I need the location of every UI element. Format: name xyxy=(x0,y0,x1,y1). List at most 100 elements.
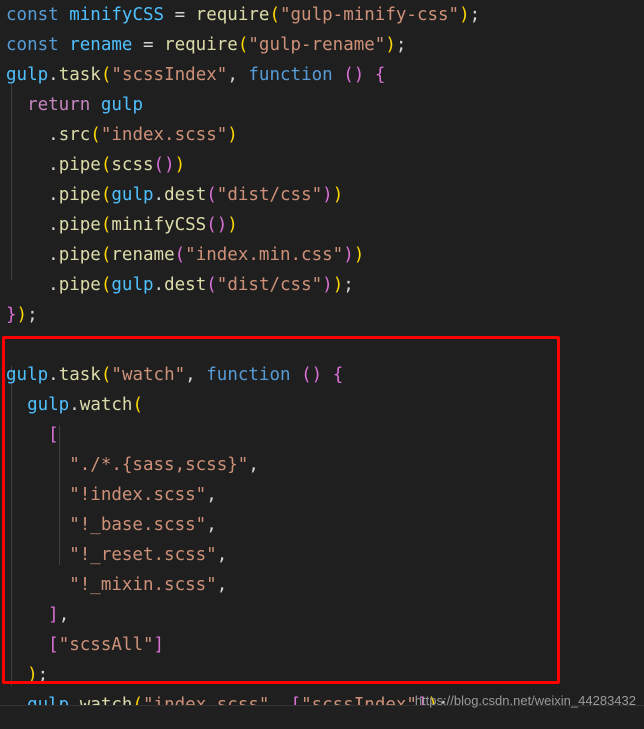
token-identifier-gulp: gulp xyxy=(27,395,70,415)
token-string: "scssAll" xyxy=(58,635,154,655)
token-string: "scssIndex" xyxy=(111,65,228,85)
code-line-blank[interactable] xyxy=(0,330,644,360)
code-line[interactable]: .pipe(minifyCSS()) xyxy=(0,210,644,240)
token-indent: . xyxy=(6,185,59,205)
token-method-pipe: pipe xyxy=(58,215,101,235)
code-surface[interactable]: const minifyCSS = require("gulp-minify-c… xyxy=(0,0,644,729)
code-line[interactable]: "!_base.scss", xyxy=(0,510,644,540)
token-identifier-gulp: gulp xyxy=(100,95,143,115)
code-line[interactable]: "!_mixin.scss", xyxy=(0,570,644,600)
token-function-scss: scss xyxy=(111,155,154,175)
token-method-watch: watch xyxy=(79,395,133,415)
token-keyword-return: return xyxy=(27,95,91,115)
code-line[interactable]: const rename = require("gulp-rename"); xyxy=(0,30,644,60)
token-comma: , xyxy=(206,485,217,505)
code-line[interactable]: ["scssAll"] xyxy=(0,630,644,660)
code-line[interactable]: gulp.watch( xyxy=(0,390,644,420)
token-string: "!_mixin.scss" xyxy=(69,575,217,595)
token-semicolon: ; xyxy=(37,665,49,685)
token-paren: () xyxy=(206,215,228,235)
token-paren: ( xyxy=(269,5,280,25)
token-operator-assign: = xyxy=(132,35,165,55)
token-identifier-gulp: gulp xyxy=(111,275,154,295)
token-keyword-function: function xyxy=(248,65,333,85)
code-line[interactable]: .pipe(gulp.dest("dist/css")); xyxy=(0,270,644,300)
code-line[interactable]: }); xyxy=(0,300,644,330)
token-paren: ( xyxy=(100,65,112,85)
token-paren: ) xyxy=(332,275,344,295)
code-line[interactable]: ); xyxy=(0,660,644,690)
token-bracket: ] xyxy=(48,605,59,625)
code-line[interactable]: "./*.{sass,scss}", xyxy=(0,450,644,480)
token-paren: ( xyxy=(206,275,217,295)
token-dot: . xyxy=(48,65,59,85)
token-bracket: ] xyxy=(153,635,165,655)
code-line[interactable]: ], xyxy=(0,600,644,630)
token-semicolon: ; xyxy=(469,5,481,25)
code-line[interactable]: .pipe(scss()) xyxy=(0,150,644,180)
token-identifier-gulp: gulp xyxy=(6,365,49,385)
token-paren: ( xyxy=(237,35,249,55)
token-method-pipe: pipe xyxy=(58,275,101,295)
token-paren: ( xyxy=(206,185,217,205)
code-line[interactable]: .src("index.scss") xyxy=(0,120,644,150)
token-comma: , xyxy=(216,575,228,595)
token-bracket: [ xyxy=(48,635,59,655)
code-line[interactable]: "!index.scss", xyxy=(0,480,644,510)
token-identifier-minifycss: minifyCSS xyxy=(69,5,165,25)
token-indent: . xyxy=(6,245,59,265)
code-line[interactable]: const minifyCSS = require("gulp-minify-c… xyxy=(0,0,644,30)
token-method-pipe: pipe xyxy=(58,245,101,265)
code-line[interactable]: .pipe(gulp.dest("dist/css")) xyxy=(0,180,644,210)
token-comma: , xyxy=(248,455,259,475)
token-indent: . xyxy=(6,155,59,175)
token-comma: , xyxy=(206,515,217,535)
token-function-require: require xyxy=(195,5,270,25)
watermark-url: https://blog.csdn.net/weixin_44283432 xyxy=(414,693,636,708)
token-paren: ) xyxy=(227,125,238,145)
token-operator-assign: = xyxy=(164,5,196,25)
token-identifier-gulp: gulp xyxy=(111,185,154,205)
token-paren: ( xyxy=(100,215,112,235)
code-line[interactable]: [ xyxy=(0,420,644,450)
token-paren: ( xyxy=(100,275,112,295)
token-string: "gulp-minify-css" xyxy=(279,5,460,25)
token-indent: . xyxy=(6,275,59,295)
token-paren: ) xyxy=(227,215,238,235)
token-indent: . xyxy=(6,215,59,235)
token-comma: , xyxy=(185,365,207,385)
token-paren: ( xyxy=(100,365,112,385)
code-line[interactable]: .pipe(rename("index.min.css")) xyxy=(0,240,644,270)
token-semicolon: ; xyxy=(395,35,407,55)
token-method-src: src xyxy=(58,125,91,145)
token-paren: () xyxy=(343,65,365,85)
token-string: "./*.{sass,scss}" xyxy=(69,455,249,475)
code-line[interactable]: return gulp xyxy=(0,90,644,120)
token-string: "dist/css" xyxy=(216,185,323,205)
token-function-minifycss: minifyCSS xyxy=(111,215,207,235)
code-line[interactable]: gulp.task("watch", function () { xyxy=(0,360,644,390)
token-string: "watch" xyxy=(111,365,186,385)
token-function-require: require xyxy=(164,35,238,55)
token-string: "gulp-rename" xyxy=(248,35,386,55)
token-comma: , xyxy=(216,545,228,565)
token-keyword-function: function xyxy=(206,365,291,385)
code-line[interactable]: "!_reset.scss", xyxy=(0,540,644,570)
token-paren: ( xyxy=(90,125,101,145)
token-dot: . xyxy=(69,395,80,415)
token-paren: ( xyxy=(100,245,112,265)
code-line[interactable]: gulp.task("scssIndex", function () { xyxy=(0,60,644,90)
token-method-dest: dest xyxy=(164,185,207,205)
token-semicolon: ; xyxy=(27,305,38,325)
token-paren: ( xyxy=(132,395,144,415)
token-method-task: task xyxy=(58,365,101,385)
token-identifier-rename: rename xyxy=(69,35,133,55)
